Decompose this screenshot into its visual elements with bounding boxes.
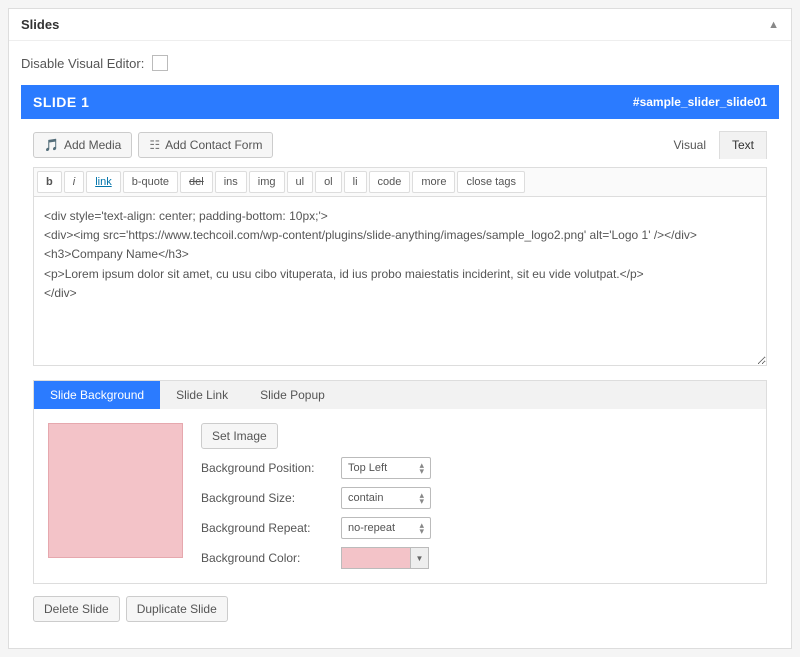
bg-position-label: Background Position: (201, 461, 331, 475)
bg-position-value: Top Left (348, 462, 387, 474)
editor-textarea[interactable]: <div style='text-align: center; padding-… (33, 196, 767, 366)
disable-visual-label: Disable Visual Editor: (21, 56, 144, 71)
disable-visual-checkbox[interactable] (152, 55, 168, 71)
slide-header: SLIDE 1 #sample_slider_slide01 (21, 85, 779, 119)
ed-italic[interactable]: i (64, 171, 84, 193)
ed-code[interactable]: code (369, 171, 411, 193)
bg-panel: Slide Background Slide Link Slide Popup … (33, 380, 767, 584)
media-icon: 🎵 (44, 138, 59, 152)
tab-visual[interactable]: Visual (661, 131, 719, 159)
ed-link[interactable]: link (86, 171, 121, 193)
bg-repeat-select[interactable]: no-repeat ▴▾ (341, 517, 431, 539)
ed-more[interactable]: more (412, 171, 455, 193)
ed-del[interactable]: del (180, 171, 213, 193)
bg-position-select[interactable]: Top Left ▴▾ (341, 457, 431, 479)
duplicate-slide-button[interactable]: Duplicate Slide (126, 596, 228, 622)
chevron-down-icon: ▼ (411, 547, 429, 569)
add-contact-label: Add Contact Form (165, 138, 262, 152)
delete-slide-button[interactable]: Delete Slide (33, 596, 120, 622)
select-arrows-icon: ▴▾ (419, 522, 424, 534)
ed-li[interactable]: li (344, 171, 367, 193)
ed-ol[interactable]: ol (315, 171, 342, 193)
bg-size-select[interactable]: contain ▴▾ (341, 487, 431, 509)
ed-ins[interactable]: ins (215, 171, 247, 193)
bg-color-label: Background Color: (201, 551, 331, 565)
ed-close-tags[interactable]: close tags (457, 171, 525, 193)
slide-anchor: #sample_slider_slide01 (633, 95, 767, 109)
form-icon: ☷ (149, 138, 160, 152)
select-arrows-icon: ▴▾ (419, 462, 424, 474)
bg-size-value: contain (348, 492, 383, 504)
panel-title: Slides (21, 17, 59, 32)
bg-preview (48, 423, 183, 558)
add-media-label: Add Media (64, 138, 121, 152)
add-contact-form-button[interactable]: ☷ Add Contact Form (138, 132, 273, 158)
tab-slide-background[interactable]: Slide Background (34, 381, 160, 409)
ed-bold[interactable]: b (37, 171, 62, 193)
ed-bquote[interactable]: b-quote (123, 171, 178, 193)
ed-img[interactable]: img (249, 171, 285, 193)
tab-slide-popup[interactable]: Slide Popup (244, 381, 341, 409)
bg-repeat-label: Background Repeat: (201, 521, 331, 535)
editor-toolbar: b i link b-quote del ins img ul ol li co… (33, 167, 767, 196)
disable-visual-row: Disable Visual Editor: (21, 55, 779, 71)
collapse-icon[interactable]: ▲ (768, 19, 779, 31)
tab-slide-link[interactable]: Slide Link (160, 381, 244, 409)
tab-text[interactable]: Text (719, 131, 767, 159)
bg-size-label: Background Size: (201, 491, 331, 505)
select-arrows-icon: ▴▾ (419, 492, 424, 504)
bg-repeat-value: no-repeat (348, 522, 395, 534)
slide-title: SLIDE 1 (33, 94, 89, 110)
set-image-button[interactable]: Set Image (201, 423, 278, 449)
add-media-button[interactable]: 🎵 Add Media (33, 132, 132, 158)
ed-ul[interactable]: ul (287, 171, 314, 193)
bg-color-swatch (341, 547, 411, 569)
panel-header: Slides ▲ (9, 9, 791, 41)
bg-color-picker[interactable]: ▼ (341, 547, 429, 569)
